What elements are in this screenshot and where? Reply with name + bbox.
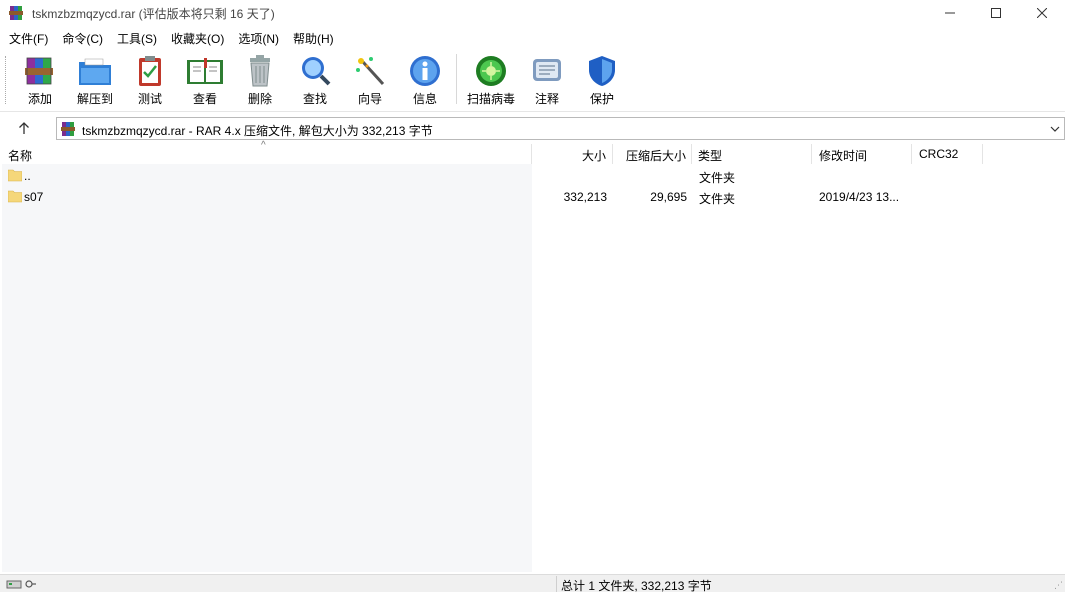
shield-icon [589, 56, 615, 86]
column-header-modified[interactable]: 修改时间 [812, 144, 912, 164]
minimize-button[interactable] [927, 0, 973, 26]
archive-path-field[interactable]: tskmzbzmqzycd.rar - RAR 4.x 压缩文件, 解包大小为 … [56, 117, 1065, 140]
maximize-icon [991, 8, 1001, 18]
archive-path-text: tskmzbzmqzycd.rar - RAR 4.x 压缩文件, 解包大小为 … [82, 124, 433, 138]
view-button[interactable]: 查看 [178, 52, 232, 110]
protect-button[interactable]: 保护 [575, 52, 629, 110]
add-label: 添加 [27, 92, 52, 106]
arrow-up-icon [19, 122, 29, 134]
window-title: tskmzbzmqzycd.rar (评估版本将只剩 16 天了) [32, 7, 275, 21]
protect-label: 保护 [589, 92, 614, 106]
comment-button[interactable]: 注释 [520, 52, 574, 110]
view-book-icon [187, 58, 223, 84]
sort-ascending-icon: ^ [261, 140, 266, 151]
info-label: 信息 [412, 92, 437, 106]
wizard-button[interactable]: 向导 [343, 52, 397, 110]
view-label: 查看 [192, 92, 217, 106]
menu-commands[interactable]: 命令(C) [62, 28, 103, 48]
comment-label: 注释 [534, 92, 559, 106]
folder-icon [8, 190, 22, 203]
menu-tools[interactable]: 工具(S) [117, 28, 157, 48]
delete-label: 删除 [247, 92, 272, 106]
resize-grip-icon[interactable]: ⋰ [1054, 580, 1063, 591]
status-icons [6, 578, 37, 590]
scan-virus-label: 扫描病毒 [466, 92, 515, 106]
up-level-button[interactable] [0, 114, 48, 142]
info-button[interactable]: 信息 [398, 52, 452, 110]
list-item-type: 文件夹 [699, 171, 736, 185]
column-header-name[interactable]: 名称 ^ [0, 140, 532, 164]
status-divider [556, 576, 557, 592]
delete-button[interactable]: 删除 [233, 52, 287, 110]
list-item-name: .. [24, 169, 31, 183]
list-item-modified: 2019/4/23 13... [819, 190, 900, 204]
info-icon [410, 56, 440, 86]
list-item-type: 文件夹 [699, 192, 736, 206]
column-header-name-label: 名称 [8, 149, 33, 163]
list-item-parent-folder[interactable]: .. 文件夹 [0, 166, 1065, 187]
chevron-down-icon[interactable] [1050, 124, 1060, 134]
test-label: 测试 [137, 92, 162, 106]
column-header-crc32[interactable]: CRC32 [912, 144, 983, 164]
maximize-button[interactable] [973, 0, 1019, 26]
status-bar: 总计 1 文件夹, 332,213 字节 ⋰ [0, 574, 1065, 592]
toolbar-separator [456, 54, 457, 104]
folder-icon [8, 169, 22, 182]
find-label: 查找 [302, 92, 327, 106]
list-item-name: s07 [24, 190, 44, 204]
extract-folder-icon [79, 58, 111, 85]
magnifier-icon [302, 57, 331, 86]
toolbar-grip [5, 56, 8, 104]
test-clipboard-icon [139, 56, 161, 86]
key-icon[interactable] [25, 578, 37, 590]
name-column-background [2, 164, 532, 572]
menu-bar: 文件(F) 命令(C) 工具(S) 收藏夹(O) 选项(N) 帮助(H) [0, 28, 1065, 48]
trash-icon [250, 55, 270, 87]
menu-file[interactable]: 文件(F) [9, 28, 48, 48]
address-bar: tskmzbzmqzycd.rar - RAR 4.x 压缩文件, 解包大小为 … [0, 114, 1065, 142]
close-button[interactable] [1019, 0, 1065, 26]
status-summary: 总计 1 文件夹, 332,213 字节 [561, 579, 712, 592]
toolbar: 添加 解压到 测试 查看 删除 查找 向导 信息 扫描病毒 注释 保护 [0, 48, 1065, 112]
add-archive-icon [25, 57, 53, 85]
list-item-s07[interactable]: s07 332,213 29,695 文件夹 2019/4/23 13... [0, 187, 1065, 208]
scan-virus-button[interactable]: 扫描病毒 [463, 52, 519, 110]
list-item-packed-size: 29,695 [650, 190, 687, 204]
column-header-type[interactable]: 类型 [692, 144, 812, 164]
list-item-size: 332,213 [563, 190, 607, 204]
extract-label: 解压到 [76, 92, 113, 106]
wizard-label: 向导 [357, 92, 382, 106]
column-header-packed-size[interactable]: 压缩后大小 [613, 144, 692, 164]
menu-help[interactable]: 帮助(H) [293, 28, 334, 48]
column-header-size[interactable]: 大小 [533, 144, 613, 164]
winrar-app-icon [9, 6, 23, 20]
minimize-icon [945, 12, 955, 14]
file-list: 名称 ^ 大小 压缩后大小 类型 修改时间 CRC32 .. 文件夹 s07 3… [0, 140, 1065, 572]
close-icon [1037, 8, 1047, 18]
magic-wand-icon [356, 57, 385, 86]
find-button[interactable]: 查找 [288, 52, 342, 110]
drive-icon[interactable] [6, 578, 22, 590]
test-button[interactable]: 测试 [123, 52, 177, 110]
comment-icon [533, 59, 561, 81]
add-button[interactable]: 添加 [13, 52, 67, 110]
extract-button[interactable]: 解压到 [68, 52, 122, 110]
menu-favorites[interactable]: 收藏夹(O) [171, 28, 224, 48]
archive-icon [61, 122, 75, 136]
menu-options[interactable]: 选项(N) [238, 28, 279, 48]
virus-scan-icon [476, 56, 506, 86]
title-bar: tskmzbzmqzycd.rar (评估版本将只剩 16 天了) [0, 0, 1065, 26]
